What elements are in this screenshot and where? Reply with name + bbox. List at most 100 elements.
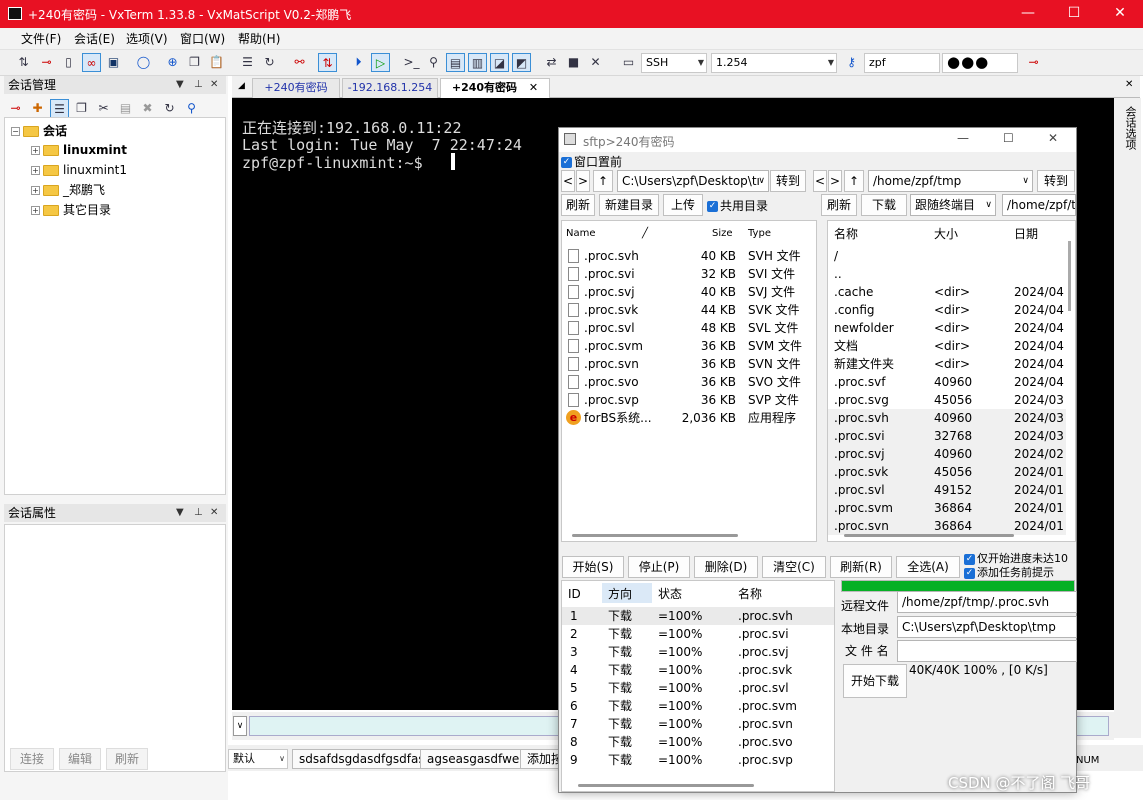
network-icon[interactable]: ⊕	[163, 53, 182, 72]
menu-help[interactable]: 帮助(H)	[238, 30, 280, 47]
transfer-cross-icon[interactable]: ⇄	[542, 53, 561, 72]
remote-file-row[interactable]: newfolder <dir> 2024/04	[828, 319, 1066, 337]
stop-button[interactable]: 停止(P)	[628, 556, 690, 578]
local-file-row[interactable]: .proc.svi 32 KB SVI 文件	[562, 265, 816, 283]
minimize-button[interactable]: —	[1005, 0, 1051, 28]
follow-terminal-select[interactable]: 跟随终端目 ∨	[910, 194, 996, 216]
edit-button[interactable]: 编辑	[59, 748, 101, 770]
list-icon[interactable]: ☰	[238, 53, 257, 72]
local-file-row[interactable]: .proc.svm 36 KB SVM 文件	[562, 337, 816, 355]
pin-icon[interactable]: ⊥	[194, 504, 203, 522]
tab-session-2[interactable]: -192.168.1.254	[342, 78, 438, 98]
local-file-row[interactable]: .proc.svp 36 KB SVP 文件	[562, 391, 816, 409]
remote-back-button[interactable]: <	[813, 170, 827, 192]
col-header-size[interactable]: Size	[712, 225, 733, 243]
tree-root[interactable]: − 会话	[11, 122, 67, 140]
minimize-button[interactable]: —	[957, 131, 969, 145]
list-view-icon[interactable]: ☰	[50, 99, 69, 118]
close-button[interactable]: ✕	[1048, 131, 1058, 145]
remote-file-row[interactable]: .cache <dir> 2024/04	[828, 283, 1066, 301]
local-dir-input[interactable]: C:\Users\zpf\Desktop\tmp	[897, 616, 1077, 638]
local-file-row[interactable]: .proc.svo 36 KB SVO 文件	[562, 373, 816, 391]
remote-file-row[interactable]: .proc.svg 45056 2024/03	[828, 391, 1066, 409]
menu-window[interactable]: 窗口(W)	[180, 30, 225, 47]
local-up-button[interactable]: ↑	[593, 170, 613, 192]
menu-file[interactable]: 文件(F)	[21, 30, 61, 47]
refresh-button[interactable]: 刷新	[106, 748, 148, 770]
close-icon[interactable]: ✕	[210, 76, 218, 94]
new-dir-button[interactable]: 新建目录	[599, 194, 659, 216]
start-download-button[interactable]: 开始下载	[843, 664, 907, 698]
collapse-icon[interactable]: −	[11, 127, 20, 136]
queue-row[interactable]: 3 下载 =100% .proc.svj	[562, 643, 834, 661]
close-icon[interactable]: ✕	[210, 504, 218, 522]
remote-up-button[interactable]: ↑	[844, 170, 864, 192]
queue-row[interactable]: 7 下载 =100% .proc.svn	[562, 715, 834, 733]
stop-icon[interactable]: ■	[564, 53, 583, 72]
remote-forward-button[interactable]: >	[828, 170, 842, 192]
remote-file-row[interactable]: .proc.svj 40960 2024/02	[828, 445, 1066, 463]
close-button[interactable]: ✕	[1097, 0, 1143, 28]
close-tab-icon[interactable]: ✕	[529, 81, 538, 94]
queue-row[interactable]: 6 下载 =100% .proc.svm	[562, 697, 834, 715]
remote-file-row[interactable]: .proc.svl 49152 2024/01	[828, 481, 1066, 499]
local-refresh-button[interactable]: 刷新	[561, 194, 595, 216]
queue-row[interactable]: 9 下载 =100% .proc.svp	[562, 751, 834, 769]
host-select[interactable]: 1.254 ▼	[711, 53, 837, 73]
col-header-date[interactable]: 日期	[1014, 225, 1038, 243]
clear-button[interactable]: 清空(C)	[762, 556, 826, 578]
opt-prompt-checkbox[interactable]: ✓ 添加任务前提示	[964, 564, 1054, 580]
link-icon[interactable]: ∞	[82, 53, 101, 72]
remote-go-button[interactable]: 转到	[1037, 170, 1075, 192]
select-all-button[interactable]: 全选(A)	[896, 556, 960, 578]
col-header-name[interactable]: 名称	[834, 225, 858, 243]
col-header-status[interactable]: 状态	[658, 585, 682, 603]
local-back-button[interactable]: <	[561, 170, 575, 192]
remote-file-row[interactable]: .config <dir> 2024/04	[828, 301, 1066, 319]
upload-button[interactable]: 上传	[663, 194, 703, 216]
local-file-row[interactable]: .proc.svh 40 KB SVH 文件	[562, 247, 816, 265]
delete-icon[interactable]: ✖	[138, 99, 157, 118]
refresh-icon[interactable]: ↻	[260, 53, 279, 72]
start-button[interactable]: 开始(S)	[562, 556, 624, 578]
command-button[interactable]: sdsafdsgdasdfgsdfasd	[292, 749, 440, 769]
shared-dir-checkbox[interactable]: ✓ 共用目录	[707, 197, 768, 214]
remote-file-row[interactable]: 新建文件夹 <dir> 2024/04	[828, 355, 1066, 373]
local-go-button[interactable]: 转到	[770, 170, 806, 192]
col-header-name[interactable]: 名称	[738, 585, 762, 603]
layout1-icon[interactable]: ▤	[446, 53, 465, 72]
tree-item-zpf[interactable]: + _郑鹏飞	[31, 181, 105, 199]
tab-dropdown-icon[interactable]: ◢	[238, 81, 245, 91]
layout2-icon[interactable]: ▥	[468, 53, 487, 72]
expand-icon[interactable]: +	[31, 186, 40, 195]
queue-row[interactable]: 8 下载 =100% .proc.svo	[562, 733, 834, 751]
queue-row[interactable]: 4 下载 =100% .proc.svk	[562, 661, 834, 679]
remote-file-row[interactable]: .proc.svi 32768 2024/03	[828, 427, 1066, 445]
disconnect-icon[interactable]: ⚯	[290, 53, 309, 72]
queue-row[interactable]: 1 下载 =100% .proc.svh	[562, 607, 834, 625]
col-header-size[interactable]: 大小	[934, 225, 958, 243]
tree-item-other[interactable]: + 其它目录	[31, 201, 111, 219]
quick-connect-icon[interactable]: ⊸	[1024, 53, 1043, 72]
globe-icon[interactable]: ◯	[134, 53, 153, 72]
tab-session-1[interactable]: +240有密码	[252, 78, 340, 98]
col-header-name[interactable]: Name	[566, 225, 596, 243]
paste-icon[interactable]: 📋	[207, 53, 226, 72]
copy-icon[interactable]: ❐	[185, 53, 204, 72]
queue-row[interactable]: 2 下载 =100% .proc.svi	[562, 625, 834, 643]
refresh-queue-button[interactable]: 刷新(R)	[830, 556, 892, 578]
horizontal-scrollbar[interactable]	[578, 784, 754, 787]
terminal-icon[interactable]: >_	[402, 53, 421, 72]
col-header-id[interactable]: ID	[568, 585, 581, 603]
window-icon[interactable]: ▭	[619, 53, 638, 72]
local-file-row[interactable]: .proc.svl 48 KB SVL 文件	[562, 319, 816, 337]
local-file-row[interactable]: .proc.svk 44 KB SVK 文件	[562, 301, 816, 319]
close-x-icon[interactable]: ✕	[586, 53, 605, 72]
group-select[interactable]: 默认 ∨	[228, 749, 288, 769]
run-icon[interactable]: ▷	[371, 53, 390, 72]
tree-item-linuxmint[interactable]: + linuxmint	[31, 141, 127, 159]
connect-icon[interactable]: ⊸	[6, 99, 25, 118]
horizontal-scrollbar[interactable]	[572, 534, 738, 537]
tab-session-3[interactable]: +240有密码 ✕	[440, 78, 550, 99]
expand-icon[interactable]: +	[31, 166, 40, 175]
